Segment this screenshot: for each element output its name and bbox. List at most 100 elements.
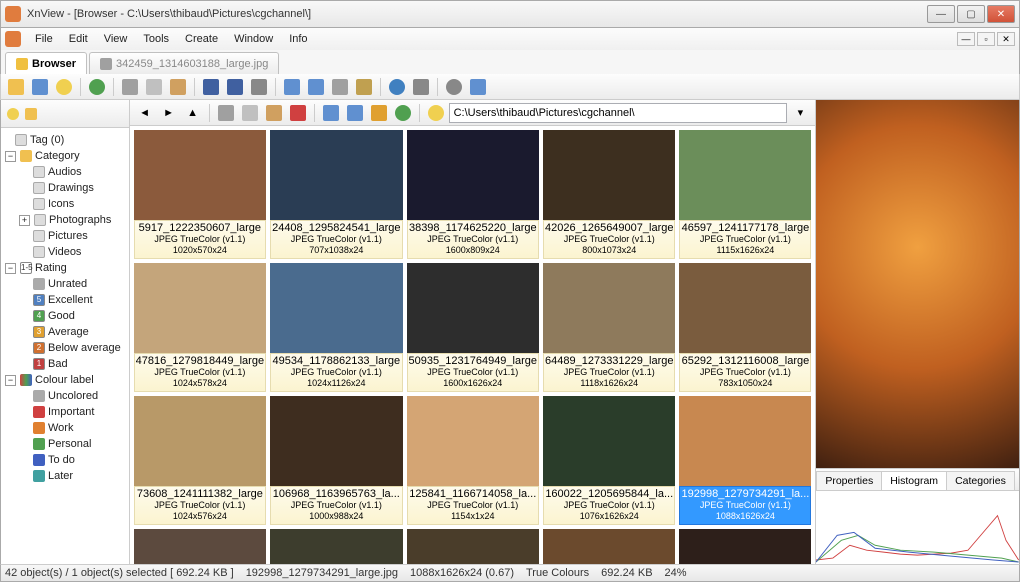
tree-rating-2[interactable]: 2Below average bbox=[3, 340, 127, 356]
nav-up-button[interactable]: ▲ bbox=[182, 102, 204, 124]
nav-paste-button[interactable] bbox=[263, 102, 285, 124]
thumbnail-item[interactable]: 244895_1291333321_la...JPEG TrueColor (v… bbox=[679, 529, 811, 564]
mdi-close-button[interactable]: ✕ bbox=[997, 32, 1015, 46]
copy-button[interactable] bbox=[143, 76, 165, 98]
tab-histogram[interactable]: Histogram bbox=[881, 471, 947, 490]
menu-create[interactable]: Create bbox=[177, 31, 226, 47]
acquire-button[interactable] bbox=[410, 76, 432, 98]
path-input[interactable] bbox=[449, 103, 788, 123]
batch-button[interactable] bbox=[305, 76, 327, 98]
nav-view-button[interactable] bbox=[320, 102, 342, 124]
thumbnail-item[interactable]: 227196_1212816978_la...JPEG TrueColor (v… bbox=[407, 529, 539, 564]
tree-cat-drawings[interactable]: Drawings bbox=[3, 180, 127, 196]
tree-colour-work[interactable]: Work bbox=[3, 420, 127, 436]
tree-category[interactable]: −Category bbox=[3, 148, 127, 164]
thumbnail-item[interactable]: 24408_1295824541_largeJPEG TrueColor (v1… bbox=[270, 130, 402, 259]
tree-cat-audios[interactable]: Audios bbox=[3, 164, 127, 180]
tree-cat-videos[interactable]: Videos bbox=[3, 244, 127, 260]
tree-cat-pictures[interactable]: Pictures bbox=[3, 228, 127, 244]
nav-back-button[interactable]: ◄ bbox=[134, 102, 156, 124]
menu-edit[interactable]: Edit bbox=[61, 31, 96, 47]
tree-rating-5[interactable]: 5Excellent bbox=[3, 292, 127, 308]
thumbnail-item[interactable]: 193080_1180812049_la...JPEG TrueColor (v… bbox=[134, 529, 266, 564]
tree-rating-1[interactable]: 1Bad bbox=[3, 356, 127, 372]
tab-properties[interactable]: Properties bbox=[816, 471, 882, 490]
thumbnail-item[interactable]: 192998_1279734291_la...JPEG TrueColor (v… bbox=[679, 396, 811, 525]
thumbnail-item[interactable]: 64489_1273331229_largeJPEG TrueColor (v1… bbox=[543, 263, 675, 392]
thumbnail-image bbox=[407, 529, 539, 564]
web-button[interactable] bbox=[386, 76, 408, 98]
maximize-button[interactable]: ▢ bbox=[957, 5, 985, 23]
nav-fav-button[interactable] bbox=[425, 102, 447, 124]
fullscreen-button[interactable] bbox=[200, 76, 222, 98]
menu-tools[interactable]: Tools bbox=[135, 31, 177, 47]
bookmark-icon[interactable] bbox=[25, 108, 37, 120]
tree-rating[interactable]: −1-5Rating bbox=[3, 260, 127, 276]
thumbnail-item[interactable]: 106968_1163965763_la...JPEG TrueColor (v… bbox=[270, 396, 402, 525]
save-button[interactable] bbox=[29, 76, 51, 98]
tree-rating-4[interactable]: 4Good bbox=[3, 308, 127, 324]
thumbnail-item[interactable]: 47816_1279818449_largeJPEG TrueColor (v1… bbox=[134, 263, 266, 392]
thumbnail-caption: 125841_1166714058_la...JPEG TrueColor (v… bbox=[407, 486, 539, 525]
tree-tag[interactable]: Tag (0) bbox=[3, 132, 127, 148]
thumbnail-item[interactable]: 73608_1241111382_largeJPEG TrueColor (v1… bbox=[134, 396, 266, 525]
menu-window[interactable]: Window bbox=[226, 31, 281, 47]
close-button[interactable]: ✕ bbox=[987, 5, 1015, 23]
rename-button[interactable] bbox=[329, 76, 351, 98]
tree-cat-icons[interactable]: Icons bbox=[3, 196, 127, 212]
thumbnail-item[interactable]: 218717_1310767180_la...JPEG TrueColor (v… bbox=[270, 529, 402, 564]
settings-button[interactable] bbox=[443, 76, 465, 98]
thumbnail-item[interactable]: 5917_1222350607_largeJPEG TrueColor (v1.… bbox=[134, 130, 266, 259]
nav-filter-button[interactable] bbox=[368, 102, 390, 124]
print-button[interactable] bbox=[248, 76, 270, 98]
thumbnail-item[interactable]: 49534_1178862133_largeJPEG TrueColor (v1… bbox=[270, 263, 402, 392]
layout-button[interactable] bbox=[467, 76, 489, 98]
mdi-restore-button[interactable]: ▫ bbox=[977, 32, 995, 46]
slideshow-button[interactable] bbox=[224, 76, 246, 98]
tree-rating-3[interactable]: 3Average bbox=[3, 324, 127, 340]
nav-sort-button[interactable] bbox=[344, 102, 366, 124]
refresh-button[interactable] bbox=[86, 76, 108, 98]
thumbnail-caption: 65292_1312116008_largeJPEG TrueColor (v1… bbox=[679, 353, 811, 392]
nav-copy-button[interactable] bbox=[239, 102, 261, 124]
tab-image[interactable]: 342459_1314603188_large.jpg bbox=[89, 52, 279, 74]
tree-colour-todo[interactable]: To do bbox=[3, 452, 127, 468]
thumbnail-caption: 160022_1205695844_la...JPEG TrueColor (v… bbox=[543, 486, 675, 525]
nav-cut-button[interactable] bbox=[215, 102, 237, 124]
favorite-button[interactable] bbox=[53, 76, 75, 98]
menu-info[interactable]: Info bbox=[281, 31, 315, 47]
tree-colour-personal[interactable]: Personal bbox=[3, 436, 127, 452]
thumbnail-item[interactable]: 160022_1205695844_la...JPEG TrueColor (v… bbox=[543, 396, 675, 525]
nav-delete-button[interactable] bbox=[287, 102, 309, 124]
tab-categories[interactable]: Categories bbox=[946, 471, 1015, 490]
convert-button[interactable] bbox=[281, 76, 303, 98]
menu-view[interactable]: View bbox=[96, 31, 136, 47]
thumbnail-item[interactable]: 42026_1265649007_largeJPEG TrueColor (v1… bbox=[543, 130, 675, 259]
tree-colour-important[interactable]: Important bbox=[3, 404, 127, 420]
cut-button[interactable] bbox=[119, 76, 141, 98]
thumbnail-item[interactable]: 50935_1231764949_largeJPEG TrueColor (v1… bbox=[407, 263, 539, 392]
paste-button[interactable] bbox=[167, 76, 189, 98]
tree-rating-unrated[interactable]: Unrated bbox=[3, 276, 127, 292]
mdi-minimize-button[interactable]: — bbox=[957, 32, 975, 46]
tree-colour-label[interactable]: −Colour label bbox=[3, 372, 127, 388]
menu-file[interactable]: File bbox=[27, 31, 61, 47]
path-dropdown-button[interactable]: ▾ bbox=[789, 102, 811, 124]
tab-browser[interactable]: Browser bbox=[5, 52, 87, 74]
thumbnail-item[interactable]: 46597_1241177178_largeJPEG TrueColor (v1… bbox=[679, 130, 811, 259]
thumbnail-grid[interactable]: 5917_1222350607_largeJPEG TrueColor (v1.… bbox=[130, 126, 816, 564]
tree-colour-uncolored[interactable]: Uncolored bbox=[3, 388, 127, 404]
tree-cat-photographs[interactable]: +Photographs bbox=[3, 212, 127, 228]
minimize-button[interactable]: — bbox=[927, 5, 955, 23]
thumbnail-item[interactable]: 38398_1174625220_largeJPEG TrueColor (v1… bbox=[407, 130, 539, 259]
thumbnail-item[interactable]: 125841_1166714058_la...JPEG TrueColor (v… bbox=[407, 396, 539, 525]
nav-refresh-button[interactable] bbox=[392, 102, 414, 124]
search-button[interactable] bbox=[353, 76, 375, 98]
preview-image[interactable] bbox=[816, 100, 1019, 468]
nav-forward-button[interactable]: ► bbox=[158, 102, 180, 124]
open-button[interactable] bbox=[5, 76, 27, 98]
tree-colour-later[interactable]: Later bbox=[3, 468, 127, 484]
star-icon[interactable] bbox=[7, 108, 19, 120]
thumbnail-item[interactable]: 65292_1312116008_largeJPEG TrueColor (v1… bbox=[679, 263, 811, 392]
thumbnail-item[interactable]: 232947_1272920540_la...JPEG TrueColor (v… bbox=[543, 529, 675, 564]
